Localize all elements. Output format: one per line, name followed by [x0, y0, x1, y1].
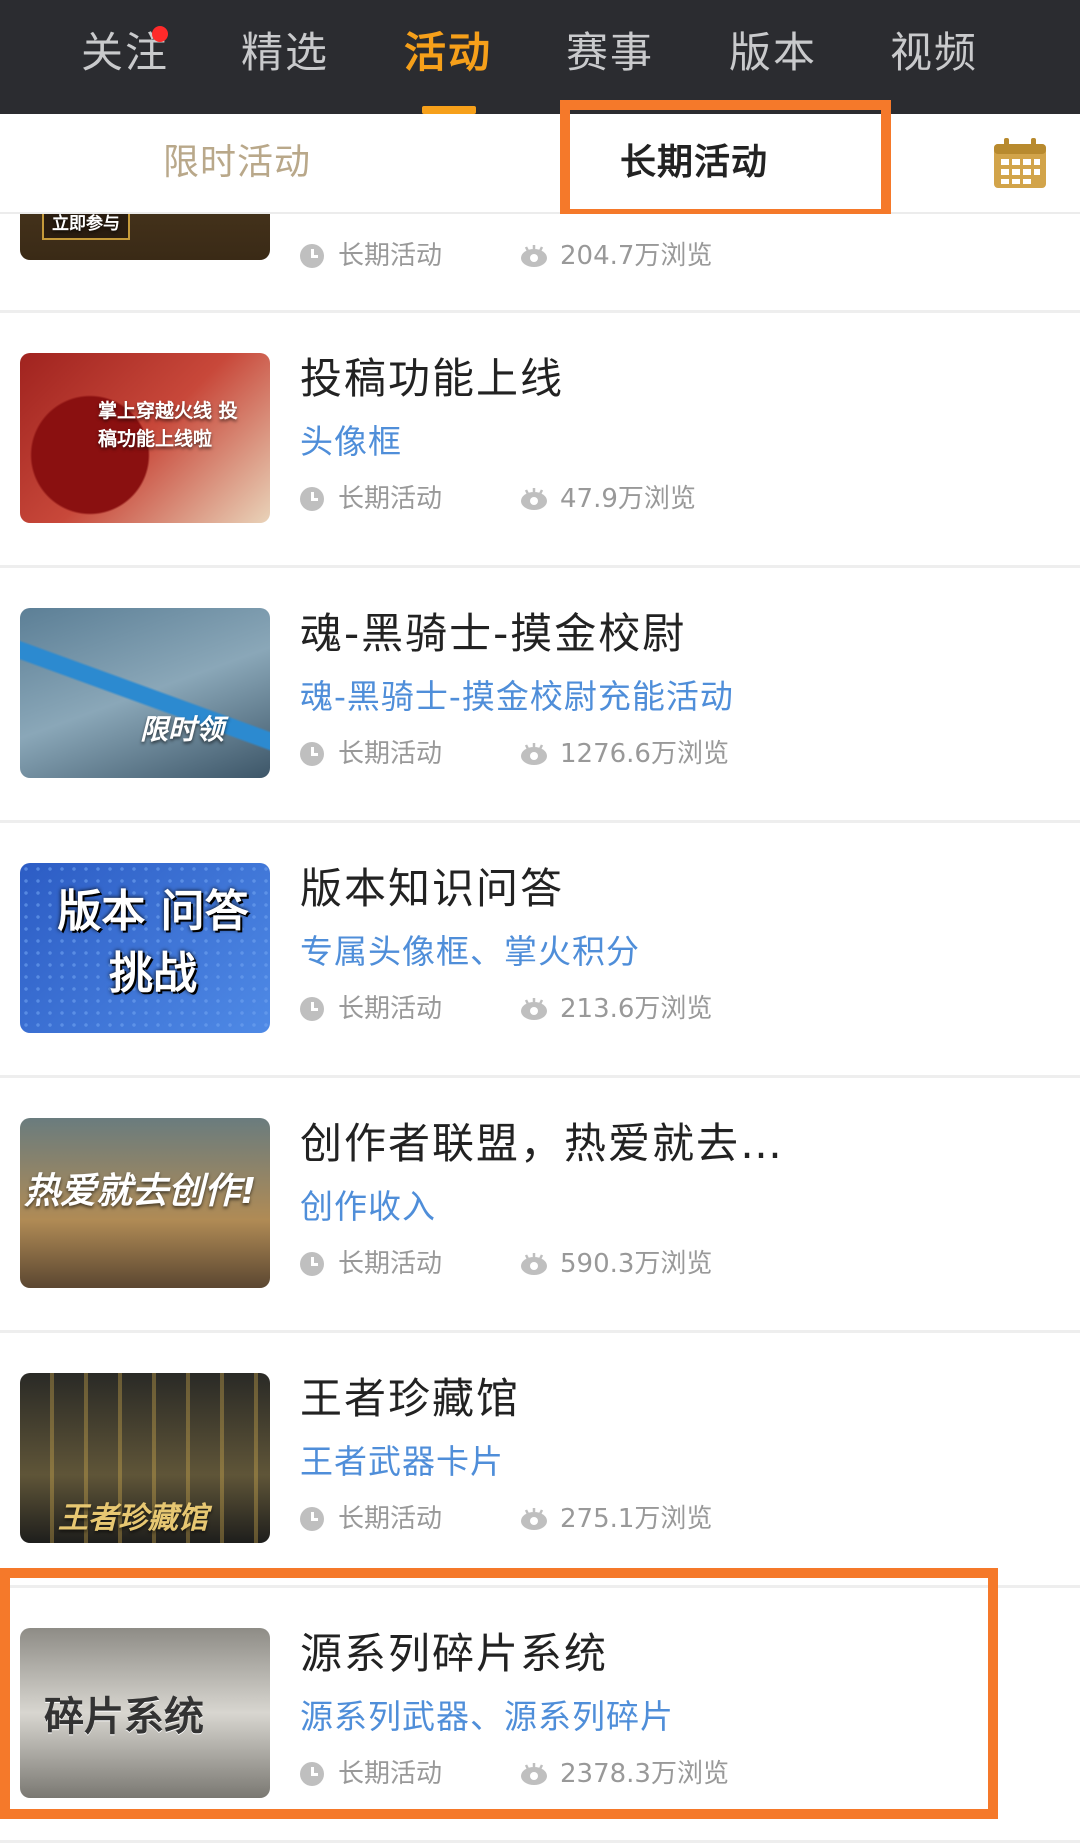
- clock-icon: [300, 487, 324, 511]
- item-title: 投稿功能上线: [300, 354, 565, 403]
- item-title: 魂-黑骑士-摸金校尉: [300, 609, 687, 658]
- tab-featured[interactable]: 精选: [225, 18, 345, 88]
- eye-icon: [521, 743, 547, 765]
- item-views: 47.9万浏览: [560, 484, 696, 514]
- thumbnail-caption: 立即参与: [42, 214, 130, 240]
- eye-icon: [521, 998, 547, 1020]
- item-subtitle[interactable]: 头像框: [300, 415, 402, 463]
- tab-versions[interactable]: 版本: [713, 18, 833, 88]
- item-title: 王者珍藏馆: [300, 1374, 521, 1423]
- top-nav: 关注 精选 活动 赛事 版本 视频: [0, 0, 1080, 114]
- item-views: 275.1万浏览: [560, 1504, 713, 1534]
- thumbnail-caption: 掌上穿越火线 投稿功能上线啦: [98, 400, 238, 450]
- clock-icon: [300, 1252, 324, 1276]
- list-item[interactable]: 立即参与 长期活动 204.7万浏览: [0, 214, 1080, 313]
- tab-follow[interactable]: 关注: [65, 18, 185, 88]
- eye-icon: [521, 1508, 547, 1530]
- clock-icon: [300, 244, 324, 268]
- sub-tabs: 限时活动 长期活动: [0, 114, 1080, 214]
- tab-activities[interactable]: 活动: [388, 18, 508, 88]
- item-subtitle[interactable]: 魂-黑骑士-摸金校尉充能活动: [300, 670, 734, 718]
- item-views: 590.3万浏览: [560, 1249, 713, 1279]
- list-item[interactable]: 掌上穿越火线 投稿功能上线啦 投稿功能上线 头像框 长期活动 47.9万浏览: [0, 313, 1080, 568]
- item-category: 长期活动: [338, 1504, 443, 1534]
- clock-icon: [300, 742, 324, 766]
- eye-icon: [521, 488, 547, 510]
- item-category: 长期活动: [338, 241, 443, 271]
- activity-thumbnail: 版本 问答挑战: [20, 863, 270, 1033]
- thumbnail-caption: 热爱就去创作!: [24, 1171, 257, 1212]
- thumbnail-caption: 版本 问答挑战: [57, 886, 249, 999]
- item-category: 长期活动: [338, 994, 443, 1024]
- item-views: 1276.6万浏览: [560, 739, 729, 769]
- eye-icon: [521, 245, 547, 267]
- thumbnail-caption: 王者珍藏馆: [58, 1501, 208, 1536]
- item-category: 长期活动: [338, 739, 443, 769]
- item-title: 创作者联盟，热爱就去…: [300, 1119, 785, 1168]
- item-subtitle[interactable]: 王者武器卡片: [300, 1435, 504, 1483]
- thumbnail-caption: 限时领: [140, 713, 225, 746]
- item-views: 213.6万浏览: [560, 994, 713, 1024]
- activity-thumbnail: 王者珍藏馆: [20, 1373, 270, 1543]
- item-category: 长期活动: [338, 484, 443, 514]
- list-item[interactable]: 限时领 魂-黑骑士-摸金校尉 魂-黑骑士-摸金校尉充能活动 长期活动 1276.…: [0, 568, 1080, 823]
- item-subtitle[interactable]: 创作收入: [300, 1180, 436, 1228]
- item-subtitle[interactable]: 专属头像框、掌火积分: [300, 925, 640, 973]
- eye-icon: [521, 1253, 547, 1275]
- list-item[interactable]: 版本 问答挑战 版本知识问答 专属头像框、掌火积分 长期活动 213.6万浏览: [0, 823, 1080, 1078]
- list-item[interactable]: 热爱就去创作! 创作者联盟，热爱就去… 创作收入 长期活动 590.3万浏览: [0, 1078, 1080, 1333]
- highlight-box-item: [0, 1568, 998, 1819]
- clock-icon: [300, 1507, 324, 1531]
- item-category: 长期活动: [338, 1249, 443, 1279]
- notification-dot: [152, 26, 168, 42]
- tab-events[interactable]: 赛事: [550, 18, 670, 88]
- activity-thumbnail: 立即参与: [20, 214, 270, 260]
- active-tab-indicator: [422, 106, 476, 114]
- calendar-icon[interactable]: [992, 138, 1048, 190]
- item-title: 版本知识问答: [300, 864, 565, 913]
- activity-thumbnail: 热爱就去创作!: [20, 1118, 270, 1288]
- subtab-limited[interactable]: 限时活动: [163, 114, 311, 212]
- list-item[interactable]: 王者珍藏馆 王者珍藏馆 王者武器卡片 长期活动 275.1万浏览: [0, 1333, 1080, 1588]
- item-views: 204.7万浏览: [560, 241, 713, 271]
- clock-icon: [300, 997, 324, 1021]
- tab-videos[interactable]: 视频: [874, 18, 994, 88]
- activity-thumbnail: 掌上穿越火线 投稿功能上线啦: [20, 353, 270, 523]
- highlight-box-subtab: [560, 100, 891, 219]
- activity-thumbnail: 限时领: [20, 608, 270, 778]
